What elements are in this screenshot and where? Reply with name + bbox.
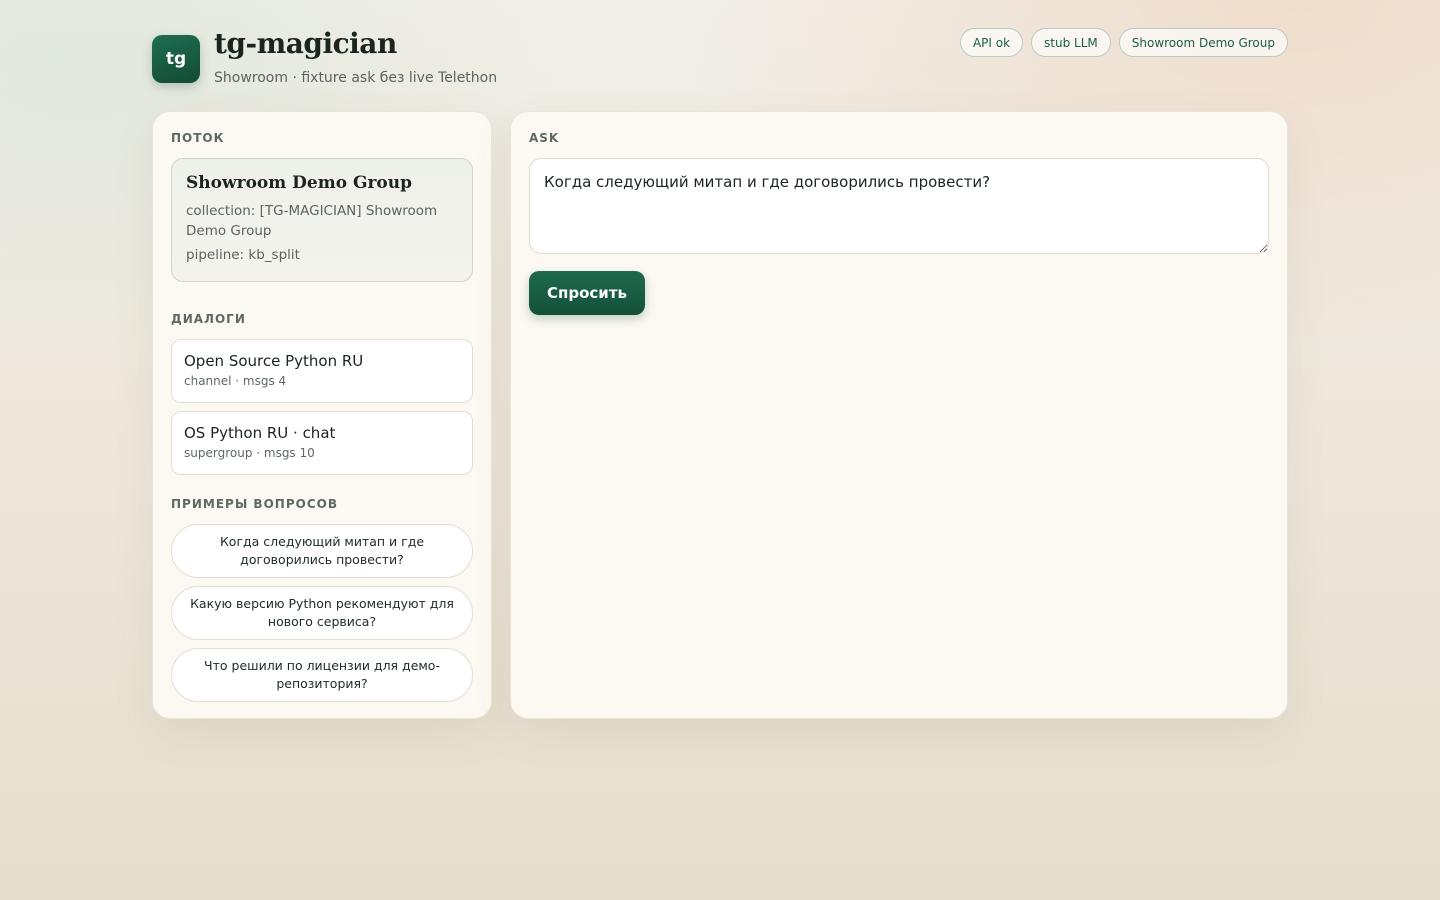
sidebar-panel: Поток Showroom Demo Group collection: [T… (152, 111, 492, 719)
dialog-item-os-python-ru-chat[interactable]: OS Python RU · chat supergroup · msgs 10 (171, 411, 473, 475)
stream-name: Showroom Demo Group (186, 173, 413, 193)
dialog-meta: channel · msgs 4 (184, 374, 287, 388)
dialog-meta: supergroup · msgs 10 (184, 446, 315, 460)
header: tg tg-magician Showroom · fixture ask бе… (152, 0, 1288, 110)
ask-section-label: Ask (529, 131, 560, 145)
api-status-badge: API ok (959, 28, 1024, 57)
example-question-button[interactable]: Какую версию Python рекомендуют для ново… (171, 586, 473, 640)
stream-section-label: Поток (171, 131, 225, 145)
ask-panel: Ask Когда следующий митап и где договори… (510, 111, 1288, 719)
app-root: tg tg-magician Showroom · fixture ask бе… (152, 0, 1288, 900)
examples-section-label: Примеры вопросов (171, 497, 338, 511)
dialog-title: Open Source Python RU (184, 352, 364, 370)
dialogs-section-label: Диалоги (171, 312, 246, 326)
ask-submit-button[interactable]: Спросить (529, 271, 645, 315)
example-question-button[interactable]: Что решили по лицензии для демо-репозито… (171, 648, 473, 702)
app-title: tg-magician (214, 27, 397, 60)
status-badges: API ok stub LLM Showroom Demo Group (959, 28, 1288, 57)
stream-pipeline: pipeline: kb_split (186, 247, 300, 263)
llm-mode-badge: stub LLM (1031, 28, 1111, 57)
dialog-title: OS Python RU · chat (184, 424, 336, 442)
stream-card: Showroom Demo Group collection: [TG-MAGI… (171, 158, 473, 282)
app-logo: tg (152, 35, 200, 83)
stream-collection: collection: [TG-MAGICIAN] Showroom Demo … (186, 203, 438, 239)
example-question-button[interactable]: Когда следующий митап и где договорились… (171, 524, 473, 578)
group-badge: Showroom Demo Group (1118, 28, 1288, 57)
ask-input[interactable]: Когда следующий митап и где договорились… (529, 158, 1269, 254)
app-subtitle: Showroom · fixture ask без live Telethon (214, 70, 498, 86)
dialog-item-open-source-python-ru[interactable]: Open Source Python RU channel · msgs 4 (171, 339, 473, 403)
